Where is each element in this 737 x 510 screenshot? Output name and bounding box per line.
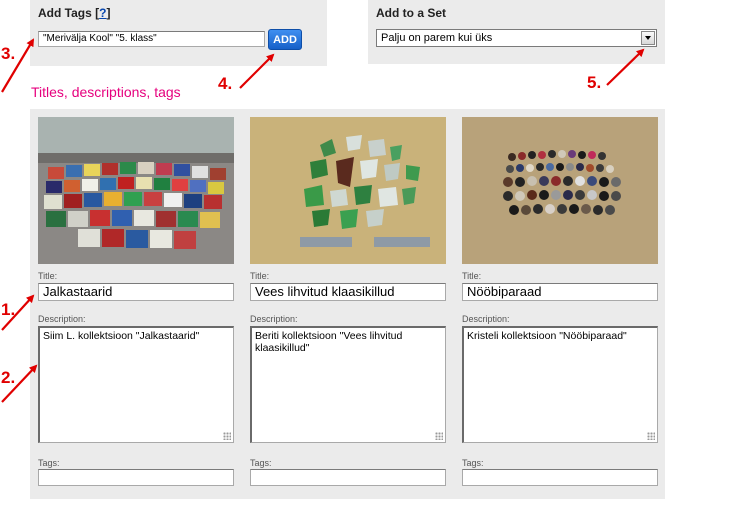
tags-label-3: Tags: — [462, 458, 484, 468]
title-label-3: Title: — [462, 271, 482, 281]
tags-input-1[interactable] — [38, 469, 234, 486]
description-input-1[interactable]: Siim L. kollektsioon "Jalkastaarid" — [38, 326, 234, 443]
add-tags-button[interactable]: ADD — [268, 29, 302, 50]
title-input-1[interactable]: Jalkastaarid — [38, 283, 234, 301]
resize-handle-icon[interactable] — [435, 432, 443, 440]
description-text-3: Kristeli kollektsioon "Nööbiparaad" — [467, 330, 627, 342]
marker-1: 1. — [1, 300, 16, 319]
tags-label-2: Tags: — [250, 458, 272, 468]
resize-handle-icon[interactable] — [647, 432, 655, 440]
marker-2: 2. — [1, 368, 16, 387]
title-input-3[interactable]: Nööbiparaad — [462, 283, 658, 301]
tags-input-3[interactable] — [462, 469, 658, 486]
description-label-2: Description: — [250, 314, 298, 324]
sea-glass-photo-icon — [250, 117, 446, 264]
description-label-1: Description: — [38, 314, 86, 324]
title-input-2[interactable]: Vees lihvitud klaasikillud — [250, 283, 446, 301]
description-input-2[interactable]: Beriti kollektsioon "Vees lihvitud klaas… — [250, 326, 446, 443]
add-tags-title: Add Tags — [38, 6, 92, 20]
chevron-down-icon[interactable] — [641, 31, 655, 45]
photo-thumbnail-3[interactable] — [462, 117, 658, 264]
tags-label-1: Tags: — [38, 458, 60, 468]
buttons-photo-icon — [462, 117, 658, 264]
title-label-2: Title: — [250, 271, 270, 281]
description-label-3: Description: — [462, 314, 510, 324]
resize-handle-icon[interactable] — [223, 432, 231, 440]
tags-input-2[interactable] — [250, 469, 446, 486]
add-tags-heading: Add Tags [?] — [38, 6, 111, 20]
set-select-value: Palju on parem kui üks — [381, 32, 493, 44]
description-text-2: Beriti kollektsioon "Vees lihvitud klaas… — [255, 330, 403, 354]
marker-3: 3. — [1, 44, 16, 63]
title-label-1: Title: — [38, 271, 58, 281]
set-select[interactable]: Palju on parem kui üks — [376, 29, 657, 47]
marker-5: 5. — [587, 73, 602, 92]
section-heading: Titles, descriptions, tags — [31, 84, 181, 100]
photo-thumbnail-1[interactable] — [38, 117, 234, 264]
tags-input[interactable]: "Merivälja Kool" "5. klass" — [38, 31, 265, 47]
description-text-1: Siim L. kollektsioon "Jalkastaarid" — [43, 330, 200, 342]
cards-photo-icon — [38, 117, 234, 264]
description-input-3[interactable]: Kristeli kollektsioon "Nööbiparaad" — [462, 326, 658, 443]
add-to-set-title: Add to a Set — [376, 6, 447, 20]
marker-4: 4. — [218, 74, 233, 93]
photo-thumbnail-2[interactable] — [250, 117, 446, 264]
